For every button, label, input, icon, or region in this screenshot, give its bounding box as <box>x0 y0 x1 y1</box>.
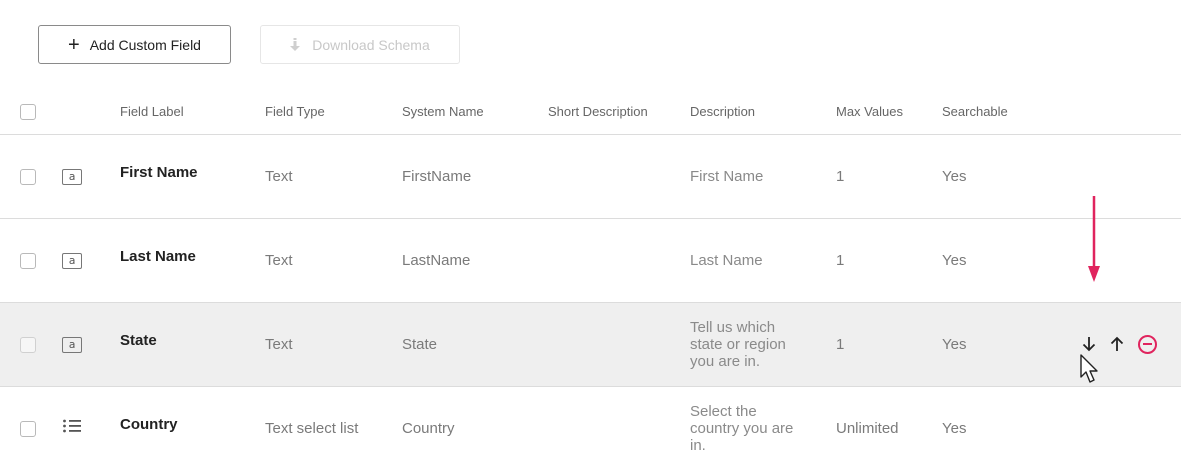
description: First Name <box>690 167 764 185</box>
column-header-short-description[interactable]: Short Description <box>548 89 690 134</box>
row-actions <box>1082 334 1181 354</box>
max-values: 1 <box>836 167 845 185</box>
table-row[interactable]: a State Text State Tell us which state or… <box>0 302 1181 386</box>
text-type-icon: a <box>62 253 82 269</box>
column-header-description[interactable]: Description <box>690 89 836 134</box>
add-custom-field-button[interactable]: + Add Custom Field <box>38 25 231 64</box>
max-values: 1 <box>836 251 845 269</box>
short-description <box>548 134 690 218</box>
table-header-row: Field Label Field Type System Name Short… <box>0 89 1181 134</box>
field-label[interactable]: State <box>120 332 157 349</box>
searchable: Yes <box>942 335 967 353</box>
field-type: Text <box>265 335 293 353</box>
move-up-button[interactable] <box>1110 336 1124 352</box>
field-type: Text select list <box>265 419 359 437</box>
column-header-field-label[interactable]: Field Label <box>120 89 265 134</box>
description: Last Name <box>690 251 763 269</box>
column-header-field-type[interactable]: Field Type <box>265 89 402 134</box>
field-type: Text <box>265 251 293 269</box>
table-row[interactable]: a Last Name Text LastName Last Name 1 Ye… <box>0 218 1181 302</box>
row-checkbox[interactable] <box>20 420 36 437</box>
plus-icon: + <box>68 33 80 56</box>
download-icon <box>290 37 301 52</box>
column-header-system-name[interactable]: System Name <box>402 89 548 134</box>
system-name: FirstName <box>402 167 472 185</box>
mouse-pointer-icon <box>1080 354 1098 383</box>
field-type: Text <box>265 167 293 185</box>
field-label[interactable]: First Name <box>120 164 198 181</box>
arrow-down-icon <box>1082 337 1096 352</box>
row-checkbox[interactable] <box>20 336 36 353</box>
short-description <box>548 386 690 459</box>
download-schema-label: Download Schema <box>312 36 430 53</box>
searchable: Yes <box>942 167 967 185</box>
list-type-icon <box>62 418 82 434</box>
max-values: Unlimited <box>836 419 899 437</box>
text-type-icon: a <box>62 337 82 353</box>
short-description <box>548 218 690 302</box>
move-down-button[interactable] <box>1082 336 1096 352</box>
arrow-up-icon <box>1110 336 1124 351</box>
searchable: Yes <box>942 251 967 269</box>
short-description <box>548 302 690 386</box>
text-type-icon: a <box>62 169 82 185</box>
row-checkbox[interactable] <box>20 252 36 269</box>
column-header-searchable[interactable]: Searchable <box>942 89 1052 134</box>
max-values: 1 <box>836 335 845 353</box>
annotation-arrow-icon <box>1088 196 1100 282</box>
description: Tell us which state or region you are in. <box>690 318 786 370</box>
minus-circle-icon[interactable] <box>1138 334 1157 354</box>
field-label[interactable]: Last Name <box>120 248 196 265</box>
system-name: State <box>402 335 438 353</box>
description: Select the country you are in. <box>690 402 794 454</box>
column-header-max-values[interactable]: Max Values <box>836 89 942 134</box>
row-checkbox[interactable] <box>20 168 36 185</box>
field-label[interactable]: Country <box>120 416 178 433</box>
download-schema-button[interactable]: Download Schema <box>260 25 460 64</box>
searchable: Yes <box>942 419 967 437</box>
custom-fields-table: Field Label Field Type System Name Short… <box>0 89 1181 459</box>
system-name: Country <box>402 419 455 437</box>
toolbar: + Add Custom Field Download Schema <box>38 25 460 64</box>
table-row[interactable]: Country Text select list Country Select … <box>0 386 1181 459</box>
table-row[interactable]: a First Name Text FirstName First Name 1… <box>0 134 1181 218</box>
select-all-checkbox[interactable] <box>20 103 36 120</box>
system-name: LastName <box>402 251 471 269</box>
add-custom-field-label: Add Custom Field <box>89 36 201 53</box>
